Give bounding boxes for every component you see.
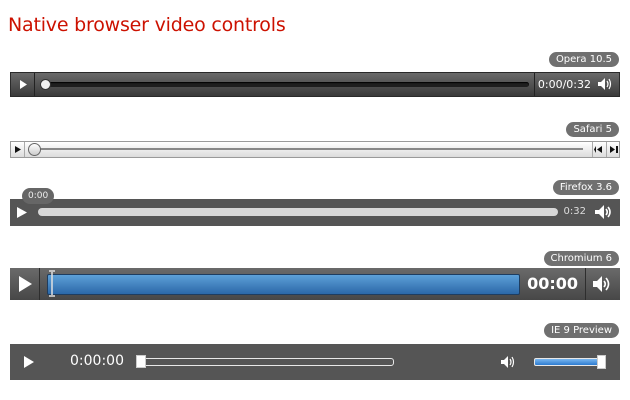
safari-video-controls: [10, 141, 620, 158]
safari-forward-button[interactable]: [606, 142, 619, 157]
chromium-seek-handle[interactable]: [49, 270, 55, 297]
volume-icon: [598, 78, 612, 90]
chromium-volume-button[interactable]: [592, 275, 612, 296]
ie9-volume-thumb[interactable]: [597, 355, 606, 369]
firefox-duration: 0:32: [563, 206, 586, 217]
ie9-label: IE 9 Preview: [544, 323, 619, 338]
firefox-seek-track[interactable]: [38, 208, 558, 216]
chromium-divider: [585, 268, 586, 300]
ie9-seek-thumb[interactable]: [136, 355, 146, 368]
volume-icon: [595, 205, 611, 219]
safari-label: Safari 5: [566, 122, 619, 137]
ie9-video-controls: 0:00:00: [10, 344, 620, 380]
opera-video-controls: 0:00/0:32: [10, 72, 620, 97]
volume-icon: [501, 356, 515, 368]
play-icon: [24, 356, 34, 368]
chromium-play-button[interactable]: [10, 268, 40, 300]
ie9-mute-button[interactable]: [500, 355, 516, 372]
opera-seek-track[interactable]: [41, 82, 529, 87]
safari-play-button[interactable]: [11, 142, 25, 157]
opera-label: Opera 10.5: [548, 52, 619, 67]
firefox-label: Firefox 3.6: [552, 180, 619, 195]
chromium-time-display: 00:00: [527, 274, 578, 293]
firefox-volume-button[interactable]: [594, 204, 612, 223]
opera-play-button[interactable]: [11, 73, 35, 96]
ie9-time-display: 0:00:00: [70, 353, 124, 369]
safari-seek-thumb[interactable]: [28, 143, 41, 156]
chromium-video-controls: 00:00: [10, 268, 620, 300]
firefox-time-tooltip: 0:00: [22, 188, 55, 204]
play-icon: [19, 276, 32, 292]
page-title: Native browser video controls: [8, 14, 286, 36]
firefox-video-controls: 0:32: [10, 199, 620, 226]
forward-icon: [610, 146, 618, 153]
ie9-seek-track[interactable]: [136, 358, 394, 366]
volume-icon: [593, 276, 610, 292]
safari-seek-track[interactable]: [35, 148, 583, 150]
play-icon: [17, 207, 27, 218]
play-icon: [15, 146, 21, 153]
ie9-play-button[interactable]: [22, 355, 36, 372]
chromium-seek-track[interactable]: [47, 274, 520, 295]
rewind-icon: [594, 146, 602, 153]
opera-volume-button[interactable]: [597, 77, 613, 94]
ie9-volume-slider[interactable]: [534, 358, 604, 366]
opera-divider: [534, 73, 535, 96]
opera-seek-thumb[interactable]: [40, 79, 51, 90]
opera-time-display: 0:00/0:32: [537, 78, 591, 91]
firefox-play-button[interactable]: [15, 205, 29, 223]
chromium-label: Chromium 6: [543, 251, 619, 266]
safari-rewind-button[interactable]: [592, 142, 605, 157]
play-icon: [20, 80, 27, 89]
